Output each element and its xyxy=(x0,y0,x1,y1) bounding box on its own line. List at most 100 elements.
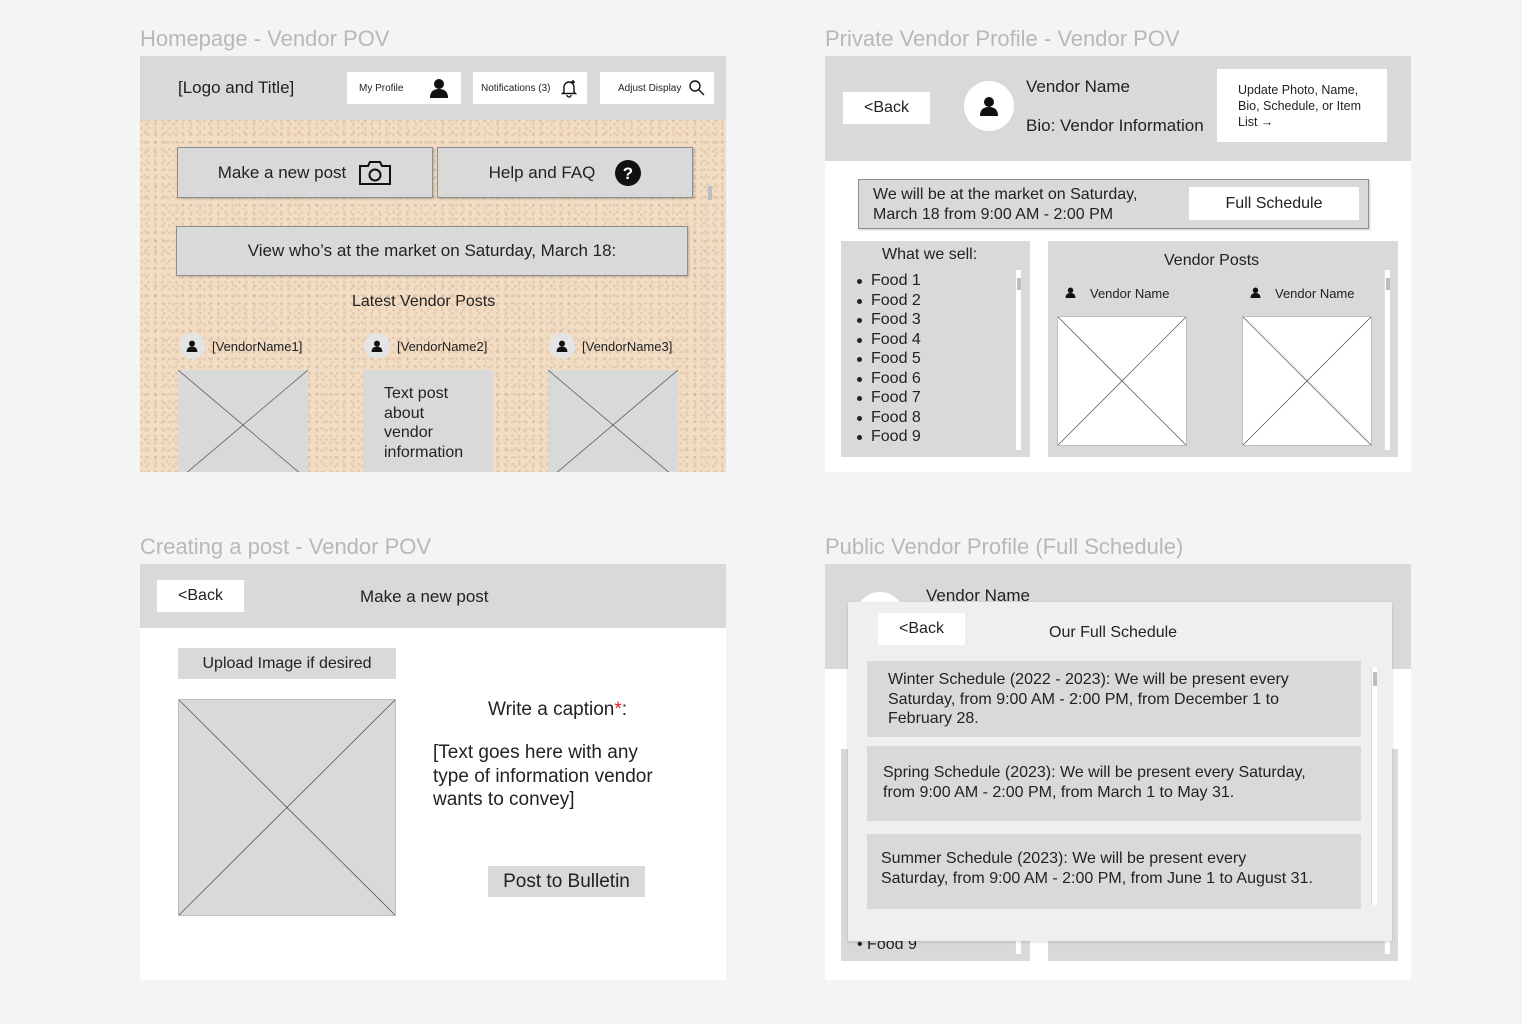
modal-title: Our Full Schedule xyxy=(1049,624,1178,641)
vendor-avatar[interactable] xyxy=(964,81,1014,131)
post-vendor-name[interactable]: Vendor Name xyxy=(1090,286,1170,301)
text-post-line: about xyxy=(384,404,425,422)
private-profile-header: <Back Vendor Name Bio: Vendor Informatio… xyxy=(825,56,1411,161)
update-line: List → xyxy=(1238,115,1274,129)
text-post-line: Text post xyxy=(384,385,449,402)
market-line: March 18 from 9:00 AM - 2:00 PM xyxy=(873,205,1114,223)
image-upload-placeholder[interactable] xyxy=(178,699,396,916)
spring-schedule-card: Spring Schedule (2023): We will be prese… xyxy=(867,746,1361,821)
vendor-posts-heading: Vendor Posts xyxy=(1164,252,1260,269)
update-line: Bio, Schedule, or Item xyxy=(1238,99,1361,113)
search-icon xyxy=(689,80,705,96)
vendor-name-3[interactable]: [VendorName3] xyxy=(582,339,672,354)
vendor-avatar[interactable] xyxy=(179,333,205,359)
caption-line: type of information vendor xyxy=(433,765,653,787)
scrollbar-thumb[interactable] xyxy=(708,186,712,200)
public-profile-frame: Vendor Name • Food 9 <Back Our Full Sche… xyxy=(825,564,1411,980)
required-marker: * xyxy=(614,699,622,720)
scrollbar-thumb[interactable] xyxy=(1386,278,1390,290)
list-item: Food 9 xyxy=(855,427,921,447)
what-we-sell-heading: What we sell: xyxy=(882,246,978,263)
public-profile-frame-title: Public Vendor Profile (Full Schedule) xyxy=(825,534,1184,559)
caption-label-text: Write a caption xyxy=(488,699,615,720)
caption-label: Write a caption*: xyxy=(488,699,627,721)
private-profile-frame: <Back Vendor Name Bio: Vendor Informatio… xyxy=(825,56,1411,472)
schedule-line: Saturday, from 9:00 AM - 2:00 PM, from D… xyxy=(888,690,1279,708)
vendor-post-image-placeholder[interactable] xyxy=(1057,316,1187,446)
creating-post-frame: <Back Make a new post Upload Image if de… xyxy=(140,564,726,980)
schedule-scrollbar[interactable] xyxy=(1371,667,1377,905)
svg-text:?: ? xyxy=(623,164,633,183)
homepage-frame-title: Homepage - Vendor POV xyxy=(140,26,390,51)
creating-post-header: <Back Make a new post xyxy=(140,564,726,628)
vendor-post-image-placeholder[interactable] xyxy=(1242,316,1372,446)
homepage-scrollbar[interactable] xyxy=(706,180,712,416)
make-post-button[interactable]: Make a new post xyxy=(177,147,433,198)
full-schedule-modal: <Back Our Full Schedule Winter Schedule … xyxy=(848,602,1392,941)
person-icon xyxy=(980,97,998,116)
food-list-scrollbar[interactable] xyxy=(1015,270,1021,450)
notifications-label: Notifications (3) xyxy=(481,82,551,94)
schedule-line: Saturday, from 9:00 AM - 2:00 PM, from J… xyxy=(881,869,1313,887)
schedule-line: Winter Schedule (2022 - 2023): We will b… xyxy=(888,671,1289,688)
make-post-label: Make a new post xyxy=(217,162,347,182)
update-line: Update Photo, Name, xyxy=(1238,83,1359,97)
vendor-bio: Bio: Vendor Information xyxy=(1026,116,1204,135)
list-item: Food 4 xyxy=(855,330,921,350)
schedule-line: February 28. xyxy=(888,710,979,727)
text-post-line: information xyxy=(384,443,464,461)
vendor-text-post[interactable]: Text post about vendor information xyxy=(363,370,493,472)
vendor-post-image-placeholder[interactable] xyxy=(548,370,678,472)
view-market-label: View who’s at the market on Saturday, Ma… xyxy=(247,241,617,260)
upload-image-button[interactable]: Upload Image if desired xyxy=(178,648,396,679)
market-info-text: We will be at the market on Saturday, Ma… xyxy=(873,185,1137,224)
person-icon xyxy=(371,340,383,352)
latest-posts-heading: Latest Vendor Posts xyxy=(352,293,496,310)
food-list: Food 1 Food 2 Food 3 Food 4 Food 5 Food … xyxy=(855,271,921,447)
list-item: Food 1 xyxy=(855,271,921,291)
question-icon: ? xyxy=(615,159,642,186)
list-item: Food 2 xyxy=(855,291,921,311)
schedule-line: Spring Schedule (2023): We will be prese… xyxy=(883,764,1306,781)
vendor-avatar[interactable] xyxy=(364,333,390,359)
posts-scrollbar[interactable] xyxy=(1384,270,1390,450)
post-to-bulletin-button[interactable]: Post to Bulletin xyxy=(488,866,645,897)
help-faq-button[interactable]: Help and FAQ ? xyxy=(437,147,693,198)
homepage-frame: [Logo and Title] My Profile Notification… xyxy=(140,56,726,472)
my-profile-label: My Profile xyxy=(359,82,404,94)
vendor-avatar[interactable] xyxy=(549,333,575,359)
back-button[interactable]: <Back xyxy=(878,613,965,645)
list-item: Food 3 xyxy=(855,310,921,330)
logo-title: [Logo and Title] xyxy=(178,78,295,97)
scrollbar-thumb[interactable] xyxy=(1373,672,1377,686)
list-item: Food 6 xyxy=(855,369,921,389)
update-profile-button[interactable]: Update Photo, Name, Bio, Schedule, or It… xyxy=(1217,69,1387,142)
back-button[interactable]: <Back xyxy=(843,92,930,124)
vendor-name: Vendor Name xyxy=(1026,77,1130,96)
list-item: Food 5 xyxy=(855,349,921,369)
caption-input[interactable]: [Text goes here with any type of informa… xyxy=(433,741,713,812)
my-profile-button[interactable]: My Profile xyxy=(347,72,461,104)
vendor-name-1[interactable]: [VendorName1] xyxy=(212,339,302,354)
notifications-button[interactable]: Notifications (3) xyxy=(473,72,587,104)
bell-icon xyxy=(560,80,578,98)
schedule-line: from 9:00 AM - 2:00 PM, from March 1 to … xyxy=(883,783,1235,801)
full-schedule-button[interactable]: Full Schedule xyxy=(1189,187,1359,220)
post-vendor-name[interactable]: Vendor Name xyxy=(1275,286,1355,301)
market-info-banner: We will be at the market on Saturday, Ma… xyxy=(858,179,1369,229)
summer-schedule-card: Summer Schedule (2023): We will be prese… xyxy=(867,834,1361,909)
adjust-display-button[interactable]: Adjust Display xyxy=(600,72,714,104)
vendor-name-2[interactable]: [VendorName2] xyxy=(397,339,487,354)
back-button[interactable]: <Back xyxy=(157,580,244,612)
view-market-button[interactable]: View who’s at the market on Saturday, Ma… xyxy=(176,226,688,276)
scrollbar-thumb[interactable] xyxy=(1017,278,1021,290)
creating-post-frame-title: Creating a post - Vendor POV xyxy=(140,534,432,559)
vendor-posts-panel: Vendor Posts Vendor Name Vendor Name xyxy=(1048,241,1398,457)
adjust-display-label: Adjust Display xyxy=(618,82,682,94)
list-item: Food 7 xyxy=(855,388,921,408)
text-post-line: vendor xyxy=(384,424,433,441)
person-icon xyxy=(1065,287,1076,298)
vendor-post-image-placeholder[interactable] xyxy=(178,370,308,472)
list-item: Food 8 xyxy=(855,408,921,428)
page-title: Make a new post xyxy=(360,587,489,606)
